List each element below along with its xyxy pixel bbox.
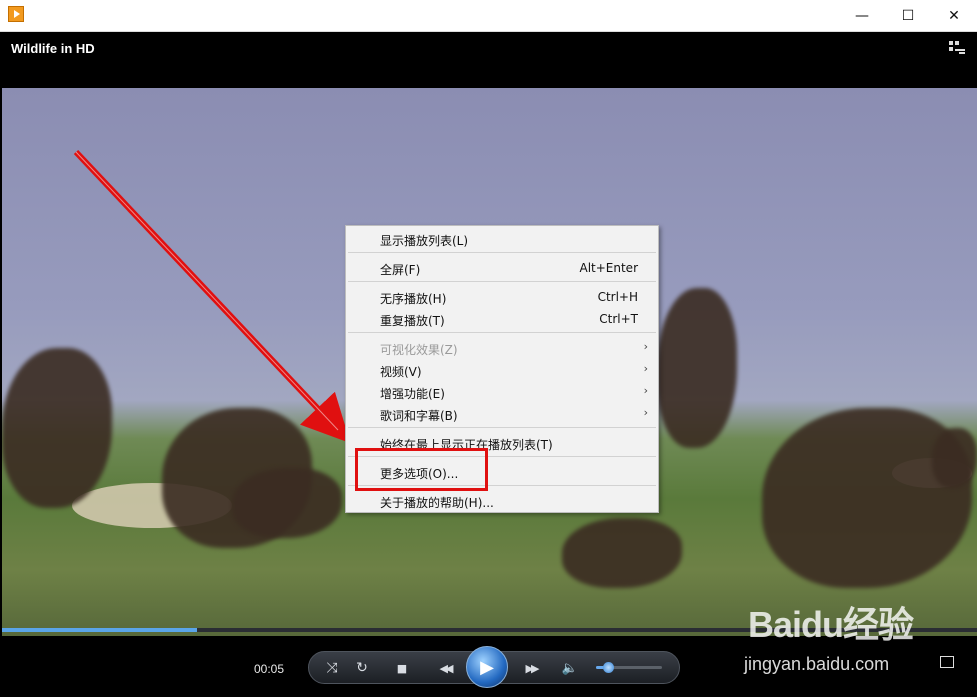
menu-item-shortcut: Ctrl+H <box>597 290 638 304</box>
volume-slider[interactable] <box>596 662 662 673</box>
menu-item-playback-help[interactable]: 关于播放的帮助(H)... <box>346 490 658 512</box>
menu-item-show-playlist[interactable]: 显示播放列表(L) <box>346 228 658 250</box>
menu-item-label: 无序播放(H) <box>380 292 447 306</box>
repeat-button[interactable]: ↻ <box>352 658 372 678</box>
submenu-arrow-icon: › <box>643 406 648 419</box>
menu-item-visualizations: 可视化效果(Z) › <box>346 337 658 359</box>
menu-item-label: 增强功能(E) <box>380 387 445 401</box>
menu-item-shortcut: Ctrl+T <box>599 312 638 326</box>
elapsed-time: 00:05 <box>254 662 285 676</box>
menu-item-label: 歌词和字幕(B) <box>380 409 458 423</box>
seek-bar-fill <box>2 628 197 632</box>
mute-button[interactable]: 🔈 <box>560 658 580 678</box>
submenu-arrow-icon: › <box>643 340 648 353</box>
menu-item-label: 重复播放(T) <box>380 314 445 328</box>
menu-item-video[interactable]: 视频(V) › <box>346 359 658 381</box>
menu-item-label: 全屏(F) <box>380 263 421 277</box>
submenu-arrow-icon: › <box>643 384 648 397</box>
next-button[interactable]: ▶▶ <box>514 658 548 678</box>
menu-separator <box>348 427 656 428</box>
menu-separator <box>348 281 656 282</box>
previous-button[interactable]: ◀◀ <box>428 658 462 678</box>
menu-item-lyrics-subtitles[interactable]: 歌词和字幕(B) › <box>346 403 658 425</box>
shuffle-button[interactable]: ⤨ <box>322 658 342 678</box>
menu-item-enhancements[interactable]: 增强功能(E) › <box>346 381 658 403</box>
watermark-brand: Baidu经验 <box>748 604 914 645</box>
stop-button[interactable]: ■ <box>392 658 412 678</box>
menu-separator <box>348 332 656 333</box>
menu-item-label: 显示播放列表(L) <box>380 234 469 248</box>
menu-item-label: 视频(V) <box>380 365 422 379</box>
menu-item-shortcut: Alt+Enter <box>579 261 638 275</box>
menu-item-label: 可视化效果(Z) <box>380 343 458 357</box>
menu-item-fullscreen[interactable]: 全屏(F) Alt+Enter <box>346 257 658 279</box>
fullscreen-icon[interactable] <box>940 656 954 668</box>
menu-item-repeat[interactable]: 重复播放(T) Ctrl+T <box>346 308 658 330</box>
menu-item-shuffle[interactable]: 无序播放(H) Ctrl+H <box>346 286 658 308</box>
volume-slider-knob[interactable] <box>602 662 614 673</box>
annotation-highlight-box <box>355 448 488 491</box>
watermark-url: jingyan.baidu.com <box>744 654 890 674</box>
menu-separator <box>348 252 656 253</box>
submenu-arrow-icon: › <box>643 362 648 375</box>
menu-item-label: 关于播放的帮助(H)... <box>380 496 494 510</box>
play-button[interactable]: ▶ <box>466 646 508 688</box>
